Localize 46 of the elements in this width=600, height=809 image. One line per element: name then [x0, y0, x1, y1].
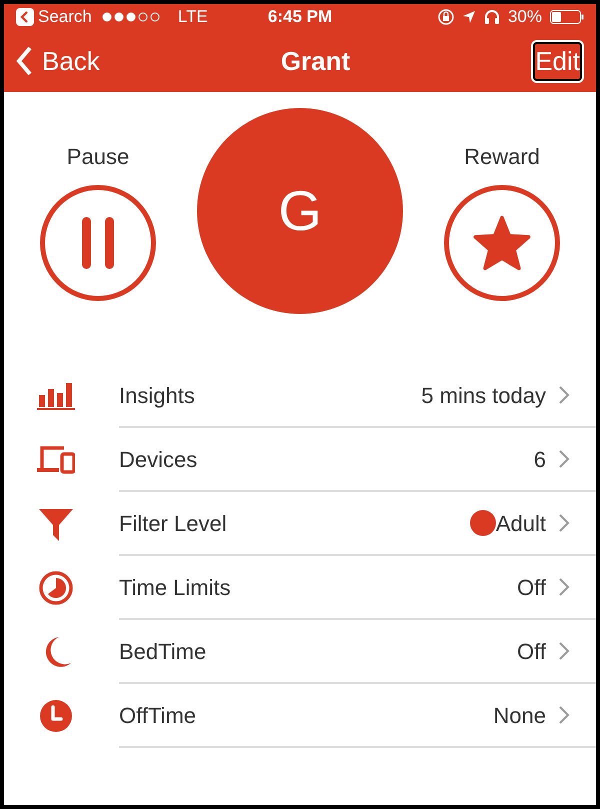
row-value: Off — [517, 638, 546, 666]
row-label: OffTime — [119, 702, 198, 730]
row-label: Devices — [119, 446, 198, 474]
screen-title: Grant — [280, 44, 350, 78]
back-app-icon[interactable] — [16, 8, 34, 26]
chevron-right-icon — [558, 513, 570, 533]
reward-button[interactable] — [444, 185, 560, 301]
headphones-icon — [484, 9, 500, 25]
row-value: None — [493, 702, 546, 730]
settings-row[interactable]: Devices 6 — [4, 428, 596, 492]
row-value: Adult — [496, 510, 546, 538]
settings-row[interactable]: Time Limits Off — [4, 556, 596, 620]
settings-row[interactable]: Filter Level Adult — [4, 492, 596, 556]
pause-button[interactable] — [40, 185, 156, 301]
row-label: Insights — [119, 382, 196, 410]
edit-button[interactable]: Edit — [531, 40, 584, 82]
chevron-right-icon — [558, 577, 570, 597]
carrier-label: LTE — [178, 6, 208, 28]
chevron-left-icon — [16, 46, 32, 76]
row-value: 6 — [534, 446, 546, 474]
signal-icon — [102, 12, 162, 22]
row-label: Time Limits — [119, 574, 232, 602]
location-icon — [462, 10, 476, 24]
battery-percentage: 30% — [508, 6, 542, 28]
avatar: G — [197, 108, 403, 314]
reward-label: Reward — [464, 143, 540, 171]
rotation-lock-icon — [438, 9, 454, 25]
pause-label: Pause — [66, 143, 130, 171]
clock: 6:45 PM — [268, 6, 332, 28]
battery-icon — [550, 10, 584, 24]
row-label: BedTime — [119, 638, 208, 666]
timer-icon — [36, 571, 74, 605]
settings-row[interactable]: Insights 5 mins today — [4, 364, 596, 428]
row-value: 5 mins today — [421, 382, 546, 410]
chevron-right-icon — [558, 449, 570, 469]
settings-row[interactable]: BedTime Off — [4, 620, 596, 684]
settings-row[interactable]: OffTime None — [4, 684, 596, 748]
chevron-right-icon — [558, 641, 570, 661]
row-label: Filter Level — [119, 510, 228, 538]
chevron-right-icon — [558, 385, 570, 405]
chevron-right-icon — [558, 705, 570, 725]
row-value: Off — [517, 574, 546, 602]
star-icon — [473, 215, 531, 271]
back-app-label[interactable]: Search — [38, 4, 92, 30]
back-button[interactable]: Back — [16, 42, 100, 80]
funnel-icon — [36, 507, 74, 541]
